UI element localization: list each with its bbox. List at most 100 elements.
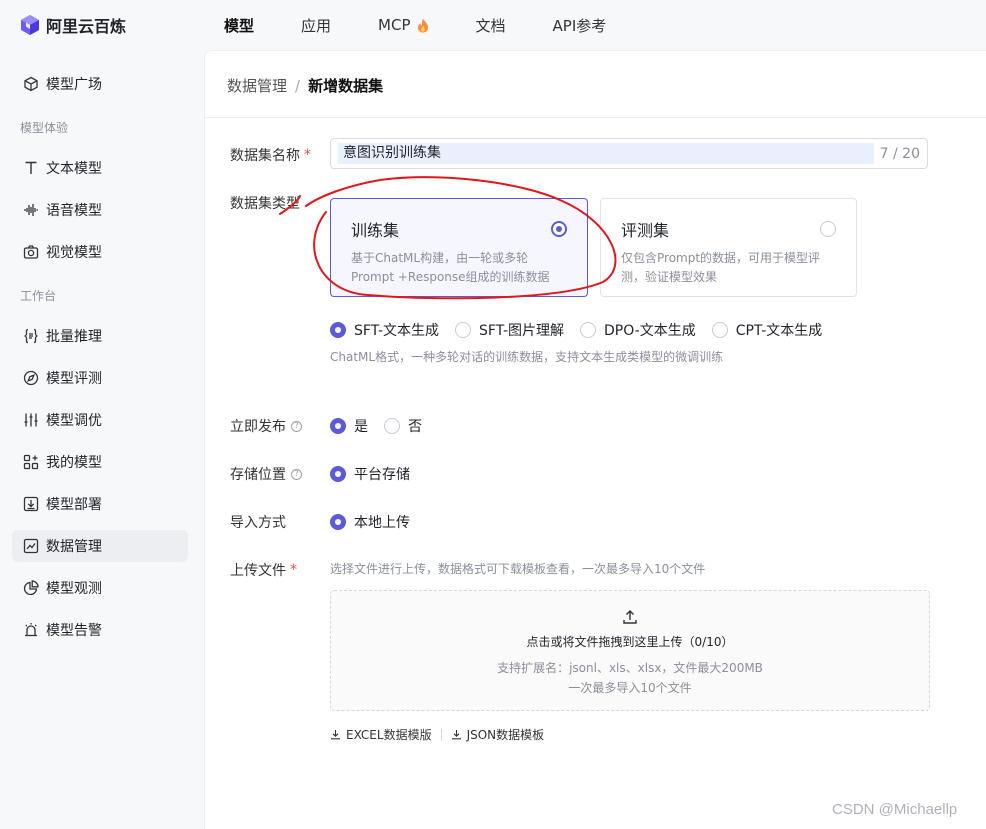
dataset-type-label: 数据集类型 [230, 196, 300, 212]
upload-sub-text: 支持扩展名：jsonl、xls、xlsx，文件最大200MB 一次最多导入10个… [497, 658, 763, 698]
top-bar: 阿里云百炼 模型 应用 MCP 文档 API参考 [0, 0, 986, 50]
type-card-radio[interactable] [551, 221, 567, 237]
format-option-sft-image[interactable]: SFT-图片理解 [455, 320, 564, 340]
sidebar-group-workbench: 工作台 [20, 289, 57, 303]
sidebar-item-label: 模型调优 [46, 413, 102, 429]
type-card-evaluation[interactable]: 评测集 仅包含Prompt的数据，可用于模型评测，验证模型效果 [600, 198, 857, 297]
sidebar-item-label: 文本模型 [46, 161, 102, 177]
audio-wave-icon [22, 201, 40, 219]
bailian-logo-icon [21, 15, 39, 35]
radio-button[interactable] [330, 322, 346, 338]
deploy-icon [22, 495, 40, 513]
type-card-desc: 仅包含Prompt的数据，可用于模型评测，验证模型效果 [621, 251, 821, 284]
sidebar-item-label: 模型观测 [46, 581, 102, 597]
sidebar: 模型广场 模型体验 文本模型 语音模型 视觉模型 工作台 批量推理 模型评测 模… [0, 50, 204, 829]
excel-template-link[interactable]: EXCEL数据模版 [330, 726, 432, 743]
sidebar-item-vision-model[interactable]: 视觉模型 [12, 236, 188, 268]
radio-button[interactable] [330, 514, 346, 530]
radio-button[interactable] [384, 418, 400, 434]
format-option-dpo-text[interactable]: DPO-文本生成 [580, 320, 696, 340]
type-card-desc: 基于ChatML构建，由一轮或多轮Prompt +Response组成的训练数据 [351, 251, 550, 284]
sidebar-item-label: 批量推理 [46, 329, 102, 345]
type-card-radio[interactable] [820, 221, 836, 237]
publish-label-text: 立即发布 [230, 419, 286, 435]
help-icon[interactable]: ? [291, 468, 302, 480]
breadcrumb-current: 新增数据集 [308, 77, 384, 95]
sidebar-item-model-observation[interactable]: 模型观测 [12, 572, 188, 604]
format-radio-group: SFT-文本生成 SFT-图片理解 DPO-文本生成 CPT-文本生成 [330, 320, 838, 340]
nav-models[interactable]: 模型 [224, 15, 254, 36]
app-title: 阿里云百炼 [46, 17, 127, 36]
sidebar-item-label: 模型部署 [46, 497, 102, 513]
sidebar-item-data-management[interactable]: 数据管理 [12, 530, 188, 562]
sidebar-item-text-model[interactable]: 文本模型 [12, 152, 188, 184]
header-divider [205, 117, 986, 118]
watermark: CSDN @Michaellp [832, 801, 958, 818]
breadcrumb: 数据管理 / 新增数据集 [227, 75, 383, 96]
json-template-link[interactable]: JSON数据模板 [451, 726, 544, 743]
upload-extensions-text: 支持扩展名：jsonl、xls、xlsx，文件最大200MB [497, 661, 763, 675]
radio-button[interactable] [330, 466, 346, 482]
sidebar-item-batch-inference[interactable]: 批量推理 [12, 320, 188, 352]
option-label: 本地上传 [354, 515, 410, 531]
help-icon[interactable]: ? [291, 420, 302, 432]
publish-label: 立即发布 ? [230, 416, 302, 436]
pie-chart-icon [22, 579, 40, 597]
compass-icon [22, 369, 40, 387]
sidebar-item-model-alerts[interactable]: 模型告警 [12, 614, 188, 646]
template-links: EXCEL数据模版 JSON数据模板 [330, 726, 544, 743]
sidebar-item-model-plaza[interactable]: 模型广场 [12, 68, 188, 100]
upload-main-text: 点击或将文件拖拽到这里上传（0/10） [526, 635, 734, 649]
upload-limit-text: 一次最多导入10个文件 [568, 681, 692, 695]
radio-button[interactable] [711, 322, 728, 338]
nav-mcp[interactable]: MCP [378, 16, 428, 34]
sidebar-item-label: 我的模型 [46, 455, 102, 471]
radio-button[interactable] [455, 322, 472, 338]
sidebar-item-label: 数据管理 [46, 539, 102, 555]
chart-line-icon [22, 537, 40, 555]
upload-label-text: 上传文件 [230, 563, 286, 579]
radio-button[interactable] [330, 418, 346, 434]
upload-dropzone[interactable]: 点击或将文件拖拽到这里上传（0/10） 支持扩展名：jsonl、xls、xlsx… [330, 590, 930, 711]
nav-apps[interactable]: 应用 [301, 15, 331, 36]
template-divider [440, 728, 442, 741]
type-card-title: 训练集 [351, 221, 400, 240]
format-label: CPT-文本生成 [735, 323, 823, 339]
sidebar-item-label: 模型告警 [46, 623, 102, 639]
format-option-sft-text[interactable]: SFT-文本生成 [330, 320, 439, 340]
nav-docs[interactable]: 文档 [476, 15, 506, 36]
dataset-name-value[interactable]: 意图识别训练集 [338, 143, 874, 164]
storage-option-platform[interactable]: 平台存储 [330, 464, 410, 484]
model-plaza-icon [22, 75, 40, 93]
required-mark: * [304, 147, 311, 163]
format-label: SFT-文本生成 [354, 323, 440, 339]
sidebar-item-my-models[interactable]: 我的模型 [12, 446, 188, 478]
publish-option-no[interactable]: 否 [384, 416, 422, 436]
upload-label: 上传文件 * [230, 560, 297, 580]
camera-icon [22, 243, 40, 261]
sidebar-item-model-deployment[interactable]: 模型部署 [12, 488, 188, 520]
format-label: DPO-文本生成 [604, 323, 696, 339]
format-option-cpt-text[interactable]: CPT-文本生成 [711, 320, 823, 340]
import-option-local[interactable]: 本地上传 [330, 512, 410, 532]
sidebar-item-label: 语音模型 [46, 203, 102, 219]
download-icon [331, 730, 340, 740]
option-label: 平台存储 [354, 467, 410, 483]
sidebar-item-model-evaluation[interactable]: 模型评测 [12, 362, 188, 394]
dataset-name-label: 数据集名称 * [230, 145, 311, 165]
option-label: 否 [408, 419, 422, 435]
excel-template-label: EXCEL数据模版 [346, 728, 432, 742]
logo[interactable]: 阿里云百炼 [20, 13, 205, 37]
sidebar-item-model-tuning[interactable]: 模型调优 [12, 404, 188, 436]
breadcrumb-parent[interactable]: 数据管理 [227, 75, 287, 96]
nav-api-reference[interactable]: API参考 [553, 15, 607, 36]
radio-button[interactable] [580, 322, 597, 338]
download-icon [451, 730, 461, 740]
type-card-training[interactable]: 训练集 基于ChatML构建，由一轮或多轮Prompt +Response组成的… [330, 198, 588, 297]
dataset-name-input[interactable]: 意图识别训练集 7 / 20 [330, 138, 928, 169]
sidebar-item-audio-model[interactable]: 语音模型 [12, 194, 188, 226]
import-label: 导入方式 [230, 515, 286, 531]
publish-option-yes[interactable]: 是 [330, 416, 368, 436]
import-radio-group: 本地上传 [330, 512, 426, 532]
format-hint: ChatML格式，一种多轮对话的训练数据，支持文本生成类模型的微调训练 [330, 350, 724, 364]
